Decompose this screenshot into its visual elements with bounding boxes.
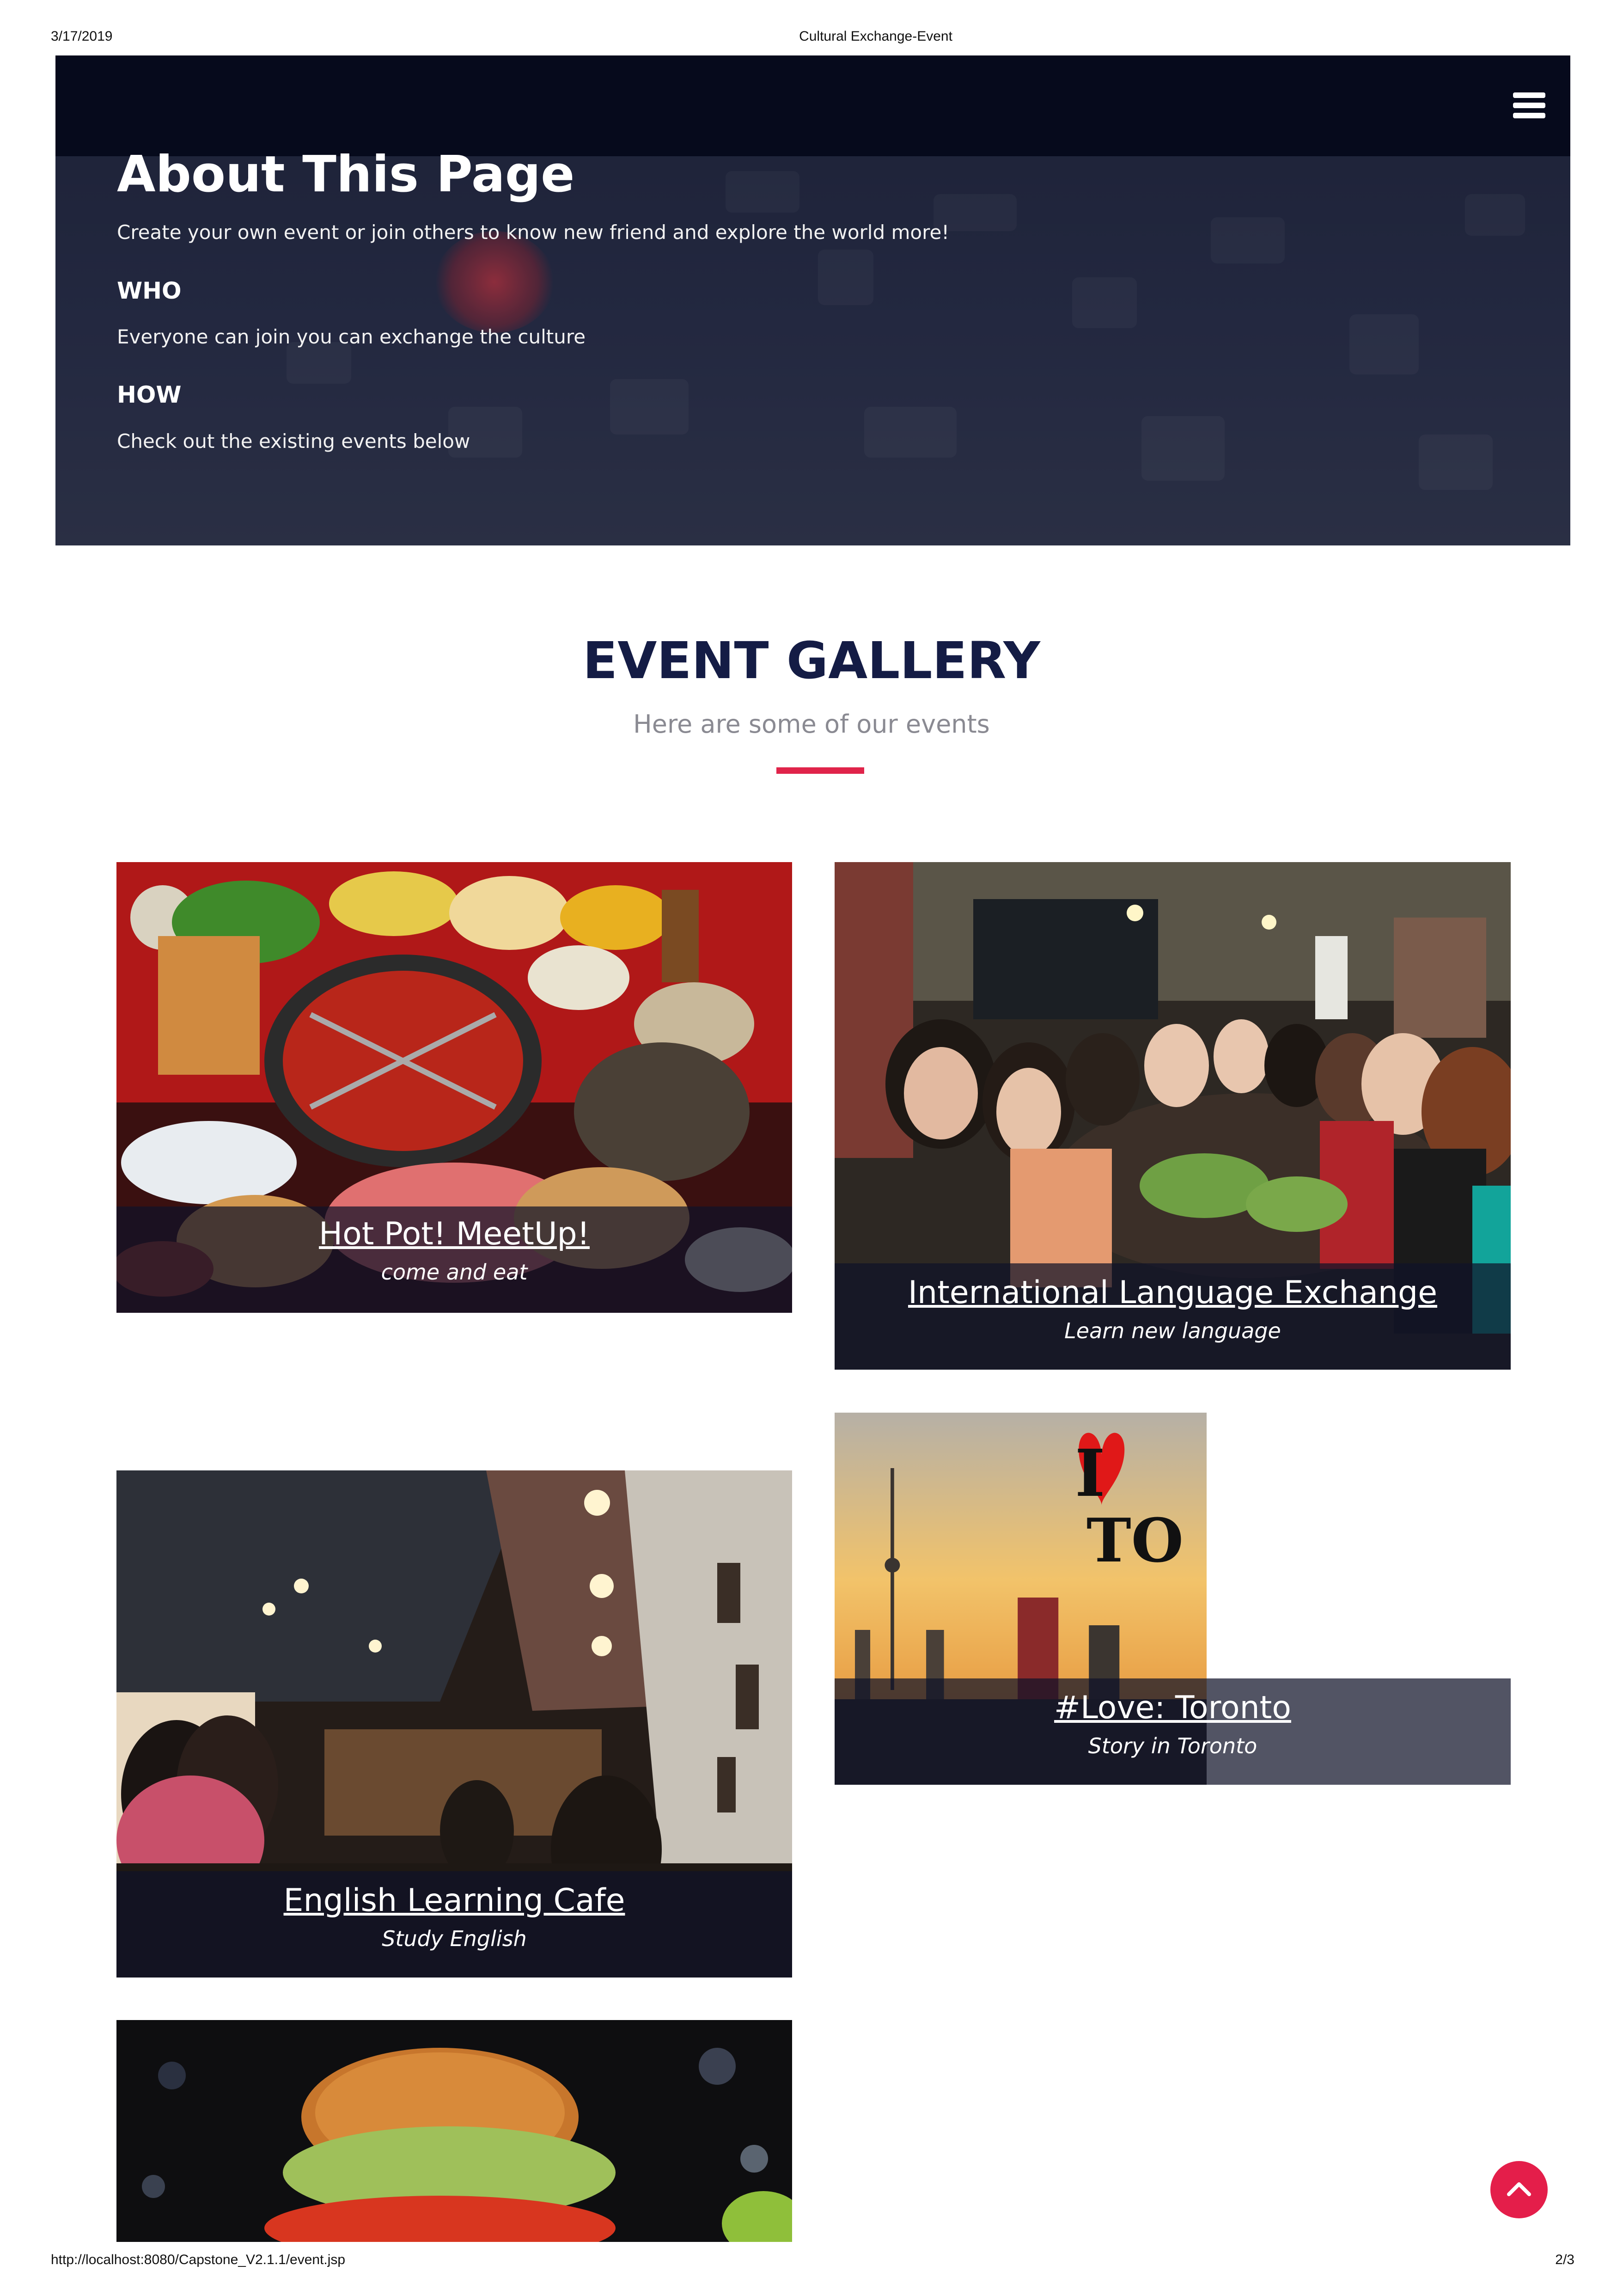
gallery-title: EVENT GALLERY [583, 631, 1040, 690]
event-card-love-toronto[interactable]: I TO #Love: Toronto Story in Toronto [835, 1413, 1511, 1785]
event-subtitle: come and eat [381, 1260, 528, 1285]
scroll-to-top-button[interactable] [1490, 2161, 1548, 2218]
title-divider [776, 767, 864, 774]
event-title-link[interactable]: Hot Pot! MeetUp! [116, 1216, 792, 1252]
event-subtitle: Learn new language [1064, 1318, 1281, 1343]
event-caption: International Language Exchange Learn ne… [835, 1263, 1511, 1370]
event-title-link[interactable]: #Love: Toronto [835, 1690, 1511, 1726]
event-card-burger[interactable] [116, 2020, 792, 2242]
hamburger-menu-icon[interactable] [1513, 92, 1545, 118]
event-subtitle: Study English [382, 1926, 527, 1951]
event-caption: Hot Pot! MeetUp! come and eat [116, 1206, 792, 1313]
about-hero-section: About This Page Create your own event or… [55, 55, 1570, 545]
event-title-link[interactable]: English Learning Cafe [116, 1882, 792, 1919]
how-text: Check out the existing events below [117, 430, 470, 453]
how-heading: HOW [117, 381, 182, 408]
print-title: Cultural Exchange-Event [799, 29, 952, 44]
navbar [55, 55, 1570, 156]
who-heading: WHO [117, 277, 182, 304]
who-text: Everyone can join you can exchange the c… [117, 325, 586, 348]
event-title-link[interactable]: International Language Exchange [835, 1274, 1511, 1311]
gallery-subtitle: Here are some of our events [633, 710, 990, 739]
event-card-language-exchange[interactable]: International Language Exchange Learn ne… [835, 862, 1511, 1370]
print-url: http://localhost:8080/Capstone_V2.1.1/ev… [51, 2252, 346, 2267]
chevron-up-icon [1507, 2182, 1531, 2196]
red-letter-shape [434, 231, 555, 333]
print-page-number: 2/3 [1555, 2252, 1574, 2267]
event-card-english-cafe[interactable]: English Learning Cafe Study English [116, 1470, 792, 1978]
event-caption: English Learning Cafe Study English [116, 1871, 792, 1978]
event-subtitle: Story in Toronto [1088, 1733, 1257, 1758]
toronto-graphic-i: I [1075, 1436, 1105, 1512]
burger-photo [116, 2020, 792, 2242]
about-intro: Create your own event or join others to … [117, 221, 950, 244]
toronto-graphic-to: TO [1086, 1505, 1184, 1576]
event-card-hotpot[interactable]: Hot Pot! MeetUp! come and eat [116, 862, 792, 1313]
event-caption: #Love: Toronto Story in Toronto [835, 1678, 1511, 1785]
about-title: About This Page [117, 146, 575, 203]
